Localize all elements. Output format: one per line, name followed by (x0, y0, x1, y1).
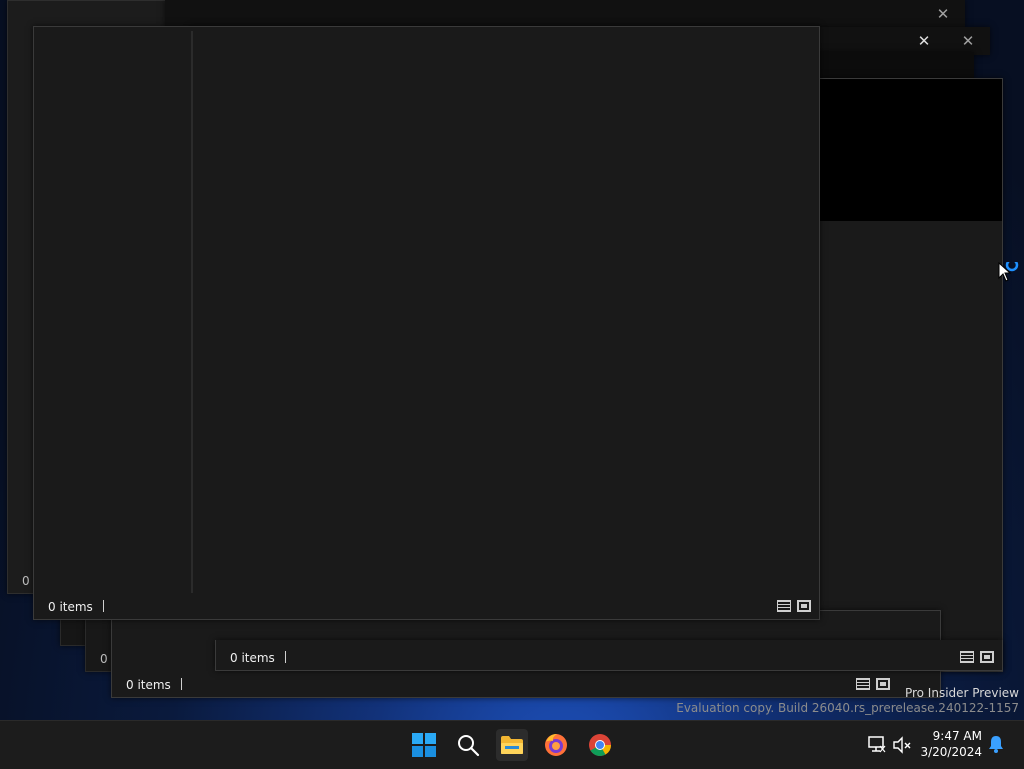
view-toggle-group (960, 651, 994, 663)
busy-cursor-icon (998, 258, 1022, 288)
volume-muted-icon[interactable] (892, 736, 912, 758)
details-view-icon[interactable] (777, 600, 791, 612)
clock-date: 3/20/2024 (920, 745, 982, 759)
status-item-count: 0 items (48, 600, 104, 614)
windows-start-icon[interactable] (408, 729, 440, 761)
firefox-icon[interactable] (540, 729, 572, 761)
taskbar-clock[interactable]: 9:47 AM 3/20/2024 (920, 728, 982, 760)
view-toggle-group (777, 600, 811, 612)
clock-time: 9:47 AM (932, 729, 982, 743)
status-item-count-label: 0 items (230, 651, 275, 665)
network-disconnected-icon[interactable] (866, 736, 886, 758)
file-explorer-icon[interactable] (496, 729, 528, 761)
explorer-window-right-footer[interactable]: 0 items (215, 640, 1003, 671)
status-item-count-label: 0 items (126, 678, 171, 692)
explorer-window-front[interactable]: 0 items (33, 26, 820, 620)
status-item-count-label: 0 items (48, 600, 93, 614)
status-separator (180, 678, 182, 690)
status-separator (102, 600, 104, 612)
status-item-count: 0 items (126, 678, 182, 692)
watermark-edition: Pro Insider Preview (904, 686, 1019, 700)
status-separator (284, 651, 286, 663)
taskbar (0, 720, 1024, 769)
explorer-window-back-top[interactable]: ✕ (165, 0, 965, 28)
large-icons-view-icon[interactable] (876, 678, 890, 690)
watermark-build: Evaluation copy. Build 26040.rs_prerelea… (676, 701, 1019, 715)
large-icons-view-icon[interactable] (797, 600, 811, 612)
details-view-icon[interactable] (856, 678, 870, 690)
details-view-icon[interactable] (960, 651, 974, 663)
search-icon[interactable] (452, 729, 484, 761)
view-toggle-group (856, 678, 890, 690)
close-button[interactable]: ✕ (954, 29, 982, 53)
status-item-count: 0 items (230, 651, 286, 665)
navigation-pane-divider[interactable] (191, 31, 193, 593)
close-button[interactable]: ✕ (929, 2, 957, 26)
large-icons-view-icon[interactable] (980, 651, 994, 663)
notification-bell-icon[interactable] (988, 735, 1004, 757)
chrome-icon[interactable] (584, 729, 616, 761)
close-button[interactable]: ✕ (910, 29, 938, 53)
